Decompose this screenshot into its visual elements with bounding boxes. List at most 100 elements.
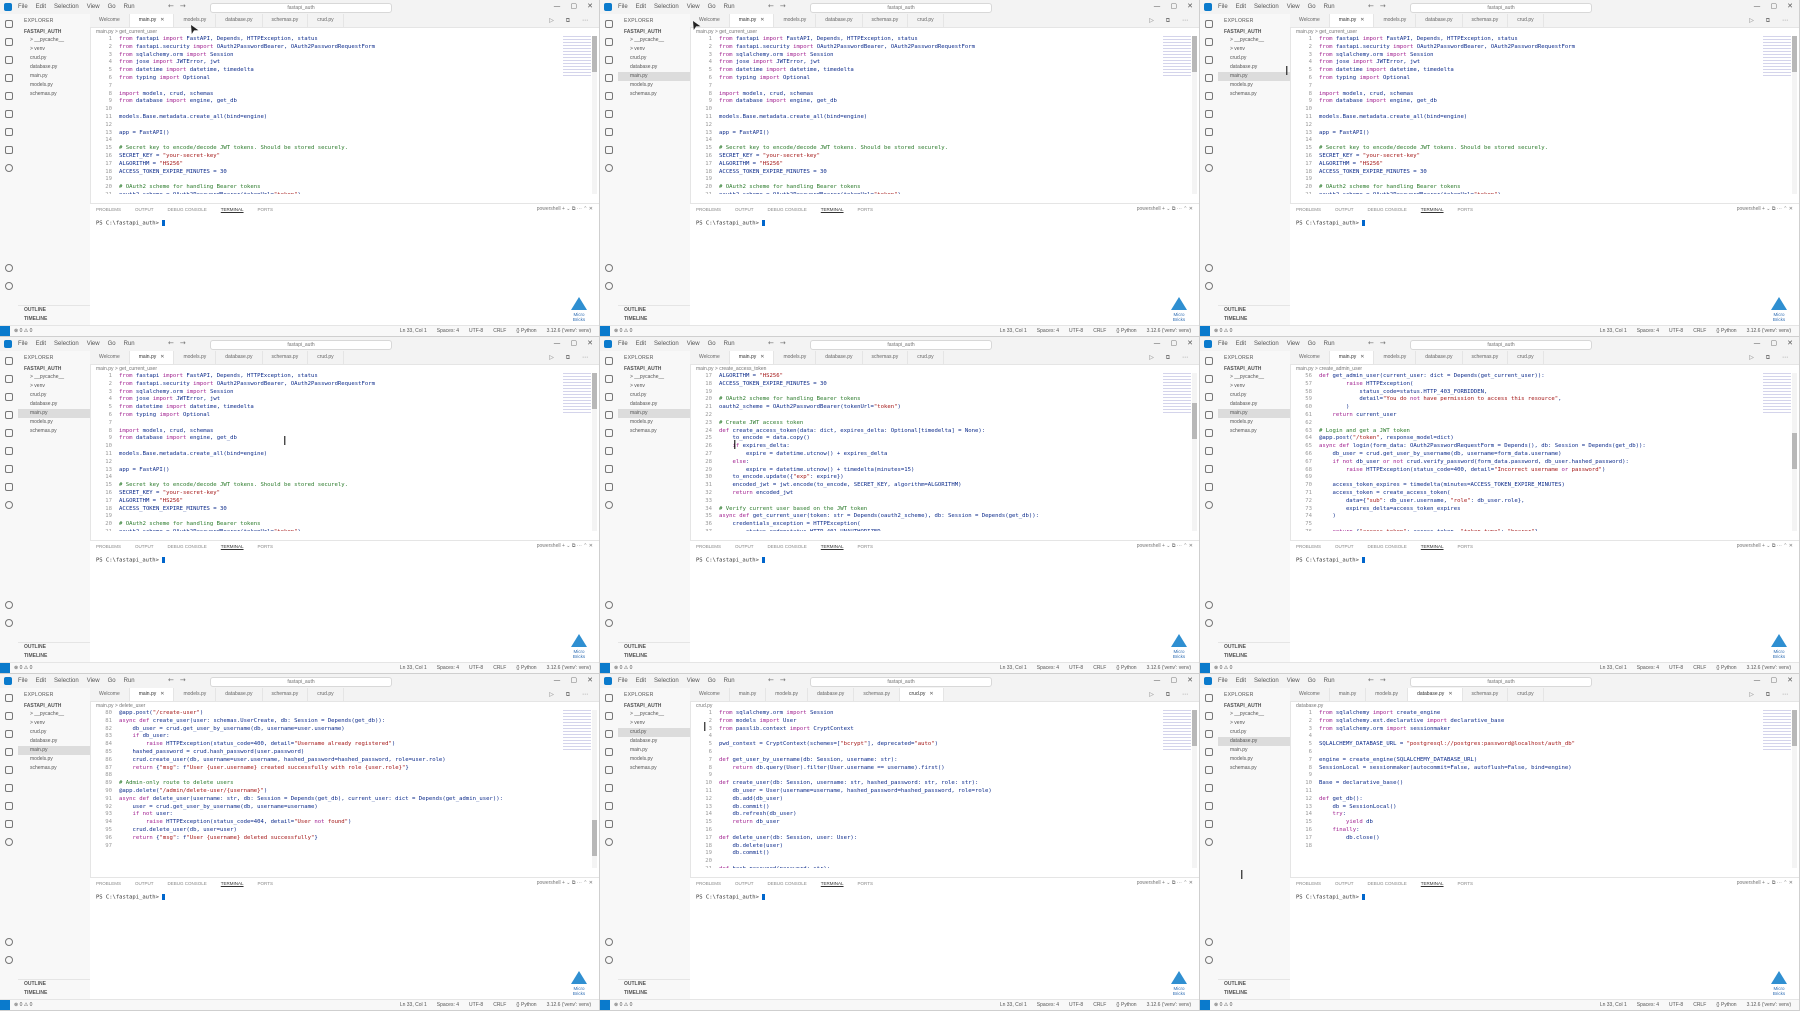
extensions-icon[interactable] <box>1205 766 1213 774</box>
terminal-shell-label[interactable]: powershell + ⌄ ⧉ ⋯ ⌃ ✕ <box>1737 206 1793 212</box>
menu-item[interactable]: Run <box>124 678 135 684</box>
docker-icon[interactable] <box>605 820 613 828</box>
panel-tab[interactable]: PORTS <box>1458 207 1473 212</box>
search-icon[interactable] <box>5 712 13 720</box>
editor-tab[interactable]: schemas.py <box>263 351 309 364</box>
run-debug-icon[interactable] <box>605 74 613 82</box>
editor-actions[interactable]: ▷ ⧉ ⋯ <box>1149 14 1193 27</box>
panel-tab[interactable]: DEBUG CONSOLE <box>168 544 207 549</box>
explorer-file[interactable]: main.py <box>1218 409 1290 418</box>
menu-item[interactable]: File <box>618 341 628 347</box>
status-item[interactable]: {} Python <box>516 665 536 671</box>
accounts-icon[interactable] <box>605 264 613 272</box>
account-icon[interactable] <box>605 164 613 172</box>
outline-section[interactable]: OUTLINE <box>18 305 90 314</box>
editor-tab[interactable]: main.py <box>730 688 767 701</box>
panel-tab[interactable]: DEBUG CONSOLE <box>768 544 807 549</box>
run-debug-icon[interactable] <box>5 748 13 756</box>
back-arrow-icon[interactable]: ← <box>1368 676 1374 684</box>
explorer-icon[interactable] <box>605 357 613 365</box>
status-item[interactable]: Ln 33, Col 1 <box>400 328 427 334</box>
problems-count[interactable]: ⊗ 0 ⚠ 0 <box>1214 665 1232 671</box>
editor-actions[interactable]: ▷ ⧉ ⋯ <box>1149 351 1193 364</box>
menu-item[interactable]: Run <box>124 4 135 10</box>
panel-tab[interactable]: OUTPUT <box>735 207 754 212</box>
close-tab-icon[interactable]: ✕ <box>160 17 164 23</box>
settings-gear-icon[interactable] <box>605 619 613 627</box>
explorer-icon[interactable] <box>5 357 13 365</box>
extensions-icon[interactable] <box>5 92 13 100</box>
remote-indicator-icon[interactable] <box>0 1000 10 1010</box>
explorer-file[interactable]: > venv <box>18 719 90 728</box>
docker-icon[interactable] <box>1205 146 1213 154</box>
status-item[interactable]: UTF-8 <box>469 328 483 334</box>
editor-actions[interactable]: ▷ ⧉ ⋯ <box>549 688 593 701</box>
editor-tab[interactable]: main.py ✕ <box>129 14 175 27</box>
status-item[interactable]: Ln 33, Col 1 <box>1600 1002 1627 1008</box>
problems-count[interactable]: ⊗ 0 ⚠ 0 <box>614 665 632 671</box>
menu-item[interactable]: Selection <box>654 678 679 684</box>
editor-tab[interactable]: models.py <box>766 688 809 701</box>
window-controls[interactable]: — ▢ ✕ <box>1154 2 1194 10</box>
explorer-file[interactable]: models.py <box>618 418 690 427</box>
status-item[interactable]: Ln 33, Col 1 <box>400 1002 427 1008</box>
status-item[interactable]: Ln 33, Col 1 <box>1000 1002 1027 1008</box>
settings-gear-icon[interactable] <box>1205 956 1213 964</box>
menu-item[interactable]: View <box>687 678 700 684</box>
editor-tab[interactable]: Welcome <box>1290 14 1330 27</box>
back-arrow-icon[interactable]: ← <box>1368 339 1374 347</box>
menu-item[interactable]: View <box>87 678 100 684</box>
menu-item[interactable]: View <box>87 341 100 347</box>
terminal-prompt[interactable]: PS C:\fastapi_auth> <box>696 894 766 901</box>
terminal-prompt[interactable]: PS C:\fastapi_auth> <box>96 894 166 901</box>
forward-arrow-icon[interactable]: → <box>180 339 186 347</box>
maximize-icon[interactable]: ▢ <box>1771 339 1778 347</box>
nav-arrows[interactable]: ← → <box>1368 339 1386 347</box>
editor-tab[interactable]: schemas.py <box>1463 688 1509 701</box>
explorer-file[interactable]: crud.py <box>18 54 90 63</box>
accounts-icon[interactable] <box>1205 601 1213 609</box>
run-debug-icon[interactable] <box>5 411 13 419</box>
terminal-prompt[interactable]: PS C:\fastapi_auth> <box>696 220 766 227</box>
menu-item[interactable]: File <box>618 4 628 10</box>
outline-section[interactable]: OUTLINE <box>1218 979 1290 988</box>
remote-indicator-icon[interactable] <box>600 1000 610 1010</box>
explorer-file[interactable]: > venv <box>1218 45 1290 54</box>
nav-arrows[interactable]: ← → <box>768 676 786 684</box>
timeline-section[interactable]: TIMELINE <box>618 315 690 323</box>
accounts-icon[interactable] <box>1205 938 1213 946</box>
panel-tab[interactable]: DEBUG CONSOLE <box>1368 207 1407 212</box>
minimize-icon[interactable]: — <box>1154 339 1161 347</box>
close-icon[interactable]: ✕ <box>1187 676 1193 684</box>
status-item[interactable]: Ln 33, Col 1 <box>1000 328 1027 334</box>
panel-tab[interactable]: OUTPUT <box>1335 881 1354 886</box>
editor-tab[interactable]: models.py <box>1374 351 1417 364</box>
testing-icon[interactable] <box>5 128 13 136</box>
editor-tab[interactable]: crud.py <box>308 14 344 27</box>
panel-tab[interactable]: PORTS <box>1458 544 1473 549</box>
menu-item[interactable]: Edit <box>36 341 46 347</box>
editor-tab[interactable]: schemas.py <box>863 351 909 364</box>
back-arrow-icon[interactable]: ← <box>768 2 774 10</box>
maximize-icon[interactable]: ▢ <box>1171 2 1178 10</box>
status-item[interactable]: Ln 33, Col 1 <box>1600 328 1627 334</box>
nav-arrows[interactable]: ← → <box>168 676 186 684</box>
editor-scrollbar[interactable] <box>592 710 597 868</box>
testing-icon[interactable] <box>5 802 13 810</box>
menu-item[interactable]: File <box>18 678 28 684</box>
panel-tab[interactable]: TERMINAL <box>821 544 844 549</box>
status-item[interactable]: CRLF <box>493 328 506 334</box>
minimize-icon[interactable]: — <box>1754 2 1761 10</box>
status-item[interactable]: UTF-8 <box>1669 328 1683 334</box>
explorer-file[interactable]: schemas.py <box>618 427 690 436</box>
search-icon[interactable] <box>605 712 613 720</box>
panel-tab[interactable]: DEBUG CONSOLE <box>1368 881 1407 886</box>
window-controls[interactable]: — ▢ ✕ <box>1154 339 1194 347</box>
editor-tab[interactable]: database.py <box>808 688 855 701</box>
code-editor[interactable]: 1 from fastapi import FastAPI, Depends, H… <box>1290 36 1759 194</box>
editor-scrollbar[interactable] <box>1792 710 1797 868</box>
minimize-icon[interactable]: — <box>554 2 561 10</box>
menu-item[interactable]: Go <box>1308 341 1316 347</box>
back-arrow-icon[interactable]: ← <box>768 676 774 684</box>
menu-item[interactable]: View <box>1287 4 1300 10</box>
